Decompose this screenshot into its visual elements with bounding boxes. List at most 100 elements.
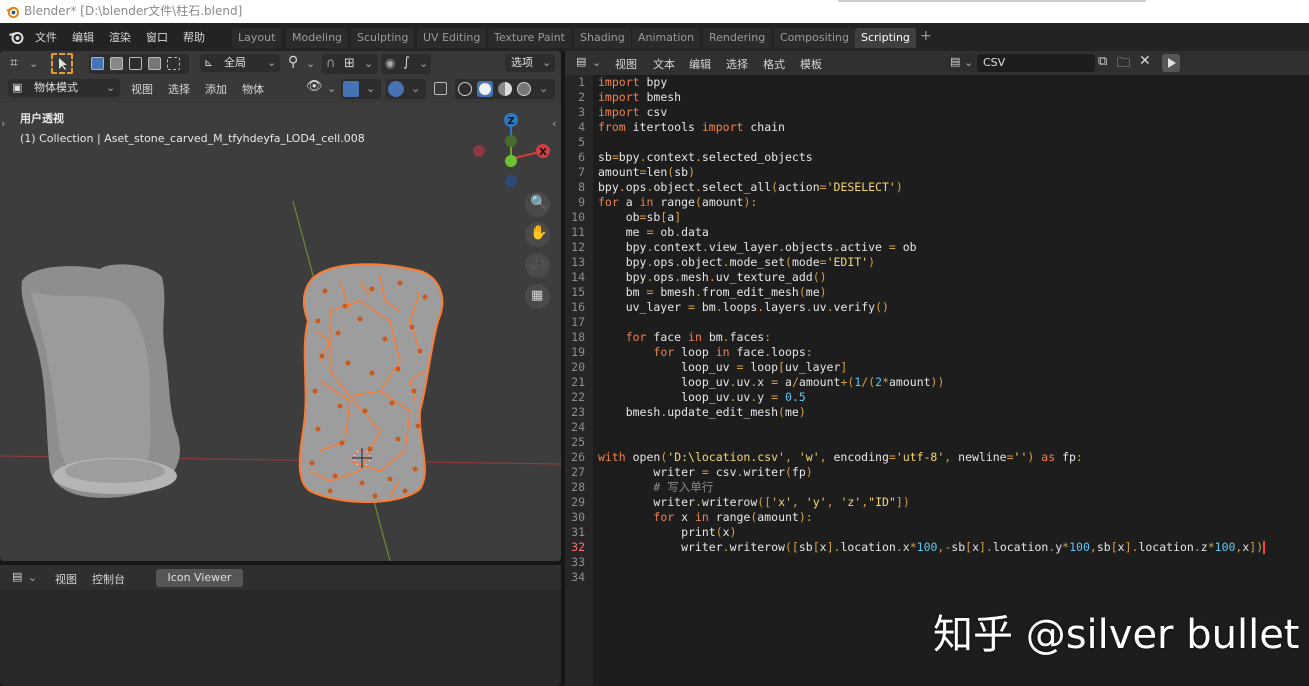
tab-animation[interactable]: Animation <box>632 28 701 48</box>
menu-help[interactable]: 帮助 <box>183 29 205 45</box>
gizmo-y-axis[interactable] <box>505 155 517 167</box>
code-line[interactable]: bm = bmesh.from_edit_mesh(me) <box>598 285 1265 300</box>
tab-layout[interactable]: Layout <box>232 28 282 48</box>
viewport-menu-select[interactable]: 选择 <box>168 81 190 97</box>
code-line[interactable]: import bpy <box>598 75 1265 90</box>
chevron-down-icon[interactable]: ⌄ <box>306 57 315 70</box>
code-line[interactable]: bmesh.update_edit_mesh(me) <box>598 405 1265 420</box>
chevron-down-icon[interactable]: ⌄ <box>364 57 373 70</box>
perspective-toggle-button[interactable]: ▦ <box>525 284 550 309</box>
text-browse-dropdown[interactable]: ▤ ⌄ <box>947 54 975 72</box>
code-line[interactable]: amount=len(sb) <box>598 165 1265 180</box>
select-new-icon[interactable] <box>91 57 104 70</box>
pan-button[interactable]: ✋ <box>525 222 550 247</box>
select-intersect-icon[interactable] <box>167 57 180 70</box>
tab-compositing[interactable]: Compositing <box>774 28 855 48</box>
viewport-3d[interactable]: ⌗ ⌄ ⊾ 全局 ⌄ ⚲ ⌄ ∩ ⊞ ⌄ ◉ ∫ ⌄ 选项 ⌄ ▣ 物体模式 ⌄… <box>0 51 561 561</box>
text-editor[interactable]: ▤ ⌄ 视图 文本 编辑 选择 格式 模板 ▤ ⌄ CSV ⧉ 🗀 ✕ 1234… <box>565 51 1309 686</box>
rendered-shading-icon[interactable] <box>517 82 531 96</box>
new-text-icon[interactable]: ⧉ <box>1098 54 1107 69</box>
code-line[interactable]: from itertools import chain <box>598 120 1265 135</box>
tab-shading[interactable]: Shading <box>574 28 631 48</box>
proportional-edit-icon[interactable]: ◉ <box>385 56 395 70</box>
python-console[interactable]: ▤ ⌄ 视图 控制台 Icon Viewer <box>0 565 561 686</box>
blender-menu-icon[interactable] <box>8 29 25 45</box>
text-menu-select[interactable]: 选择 <box>726 56 748 72</box>
code-line[interactable]: import csv <box>598 105 1265 120</box>
gizmo-z-neg-axis[interactable] <box>505 175 517 187</box>
chevron-down-icon[interactable]: ⌄ <box>539 82 548 95</box>
chevron-down-icon[interactable]: ⌄ <box>366 82 375 95</box>
chevron-down-icon[interactable]: ⌄ <box>327 82 336 95</box>
viewport-menu-object[interactable]: 物体 <box>242 81 264 97</box>
code-line[interactable]: loop_uv.uv.y = 0.5 <box>598 390 1265 405</box>
code-line[interactable]: with open('D:\location.csv', 'w', encodi… <box>598 450 1265 465</box>
options-dropdown[interactable]: 选项 ⌄ <box>505 54 555 72</box>
snap-increment-icon[interactable]: ⊞ <box>344 56 355 71</box>
viewport-menu-add[interactable]: 添加 <box>205 81 227 97</box>
pivot-point-icon[interactable]: ⚲ <box>288 54 298 70</box>
code-line[interactable]: loop_uv = loop[uv_layer] <box>598 360 1265 375</box>
code-line[interactable]: import bmesh <box>598 90 1265 105</box>
text-menu-templates[interactable]: 模板 <box>800 56 822 72</box>
code-line[interactable]: for x in range(amount): <box>598 510 1265 525</box>
code-line[interactable]: uv_layer = bm.loops.layers.uv.verify() <box>598 300 1265 315</box>
select-invert-icon[interactable] <box>148 57 161 70</box>
zoom-button[interactable]: 🔍 <box>525 192 550 217</box>
code-line[interactable]: # 写入单行 <box>598 480 1265 495</box>
code-line[interactable]: ​ <box>598 315 1265 330</box>
chevron-down-icon[interactable]: ⌄ <box>411 82 420 95</box>
transform-orientation-dropdown[interactable]: ⊾ 全局 ⌄ <box>200 54 280 72</box>
menu-file[interactable]: 文件 <box>35 29 57 45</box>
chevron-down-icon[interactable]: ⌄ <box>419 57 428 70</box>
icon-viewer-button[interactable]: Icon Viewer <box>156 569 243 587</box>
gizmo-y-neg-axis[interactable] <box>505 135 517 147</box>
code-line[interactable]: ​ <box>598 135 1265 150</box>
tab-modeling[interactable]: Modeling <box>286 28 349 48</box>
tab-uv-editing[interactable]: UV Editing <box>417 28 487 48</box>
overlay-icon[interactable] <box>388 81 404 97</box>
transform-tool-icon[interactable]: ⌗ <box>10 55 18 71</box>
code-line[interactable]: ​ <box>598 435 1265 450</box>
magnet-icon[interactable]: ∩ <box>326 56 336 71</box>
camera-view-button[interactable]: 🎥 <box>525 253 550 278</box>
wireframe-shading-icon[interactable] <box>458 82 472 96</box>
code-line[interactable]: sb=bpy.context.selected_objects <box>598 150 1265 165</box>
editor-type-icon[interactable]: ▤ <box>576 55 586 68</box>
chevron-down-icon[interactable]: ⌄ <box>29 57 38 70</box>
material-shading-icon[interactable] <box>498 82 512 96</box>
select-subtract-icon[interactable] <box>129 57 142 70</box>
code-line[interactable]: ob=sb[a] <box>598 210 1265 225</box>
console-menu-console[interactable]: 控制台 <box>92 571 125 587</box>
falloff-icon[interactable]: ∫ <box>403 55 410 70</box>
code-line[interactable]: bpy.ops.mesh.uv_texture_add() <box>598 270 1265 285</box>
chevron-down-icon[interactable]: ⌄ <box>592 56 601 69</box>
code-line[interactable]: for a in range(amount): <box>598 195 1265 210</box>
menu-render[interactable]: 渲染 <box>109 29 131 45</box>
close-icon[interactable]: ✕ <box>1139 53 1151 69</box>
text-menu-text[interactable]: 文本 <box>653 56 675 72</box>
code-line[interactable]: bpy.ops.object.mode_set(mode='EDIT') <box>598 255 1265 270</box>
viewport-menu-view[interactable]: 视图 <box>131 81 153 97</box>
editor-type-icon[interactable]: ▤ <box>12 570 22 583</box>
code-line[interactable]: writer = csv.writer(fp) <box>598 465 1265 480</box>
tab-scripting[interactable]: Scripting <box>855 28 916 48</box>
code-line[interactable]: bpy.ops.object.select_all(action='DESELE… <box>598 180 1265 195</box>
code-line[interactable]: loop_uv.uv.x = a/amount+(1/(2*amount)) <box>598 375 1265 390</box>
toolbar-expand-icon[interactable]: › <box>1 117 5 130</box>
select-box-tool-icon[interactable] <box>51 53 73 74</box>
add-workspace-button[interactable]: + <box>920 28 932 44</box>
chevron-down-icon[interactable]: ⌄ <box>28 571 37 584</box>
code-line[interactable]: writer.writerow([sb[x].location.x*100,-s… <box>598 540 1266 555</box>
open-folder-icon[interactable]: 🗀 <box>1117 54 1130 76</box>
tab-rendering[interactable]: Rendering <box>703 28 772 48</box>
text-name-field[interactable]: CSV <box>977 54 1095 72</box>
tab-sculpting[interactable]: Sculpting <box>351 28 415 48</box>
code-line[interactable]: ​ <box>598 555 1265 570</box>
visibility-eye-icon[interactable]: 👁 <box>306 79 323 94</box>
code-line[interactable]: ​ <box>598 570 1265 585</box>
menu-window[interactable]: 窗口 <box>146 29 168 45</box>
xray-toggle-icon[interactable] <box>434 82 447 95</box>
code-line[interactable]: writer.writerow(['x', 'y', 'z',"ID"]) <box>598 495 1265 510</box>
menu-edit[interactable]: 编辑 <box>72 29 94 45</box>
